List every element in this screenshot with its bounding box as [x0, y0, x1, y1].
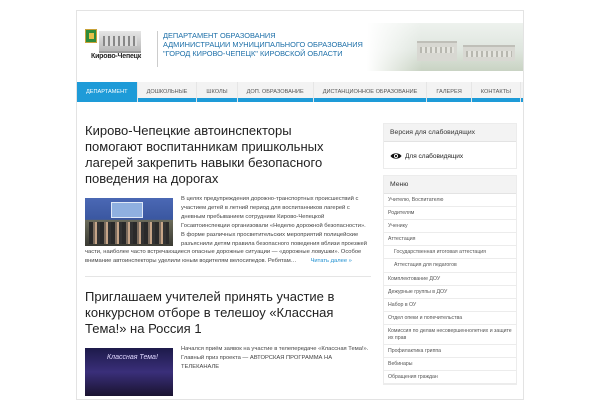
- thumbnail-people: [89, 222, 169, 244]
- main-content: Кирово-Чепецкие автоинспекторы помогают …: [85, 123, 371, 398]
- menu-item-flu-prevention[interactable]: Профилактика гриппа: [384, 345, 516, 359]
- menu-item-parents[interactable]: Родителям: [384, 207, 516, 221]
- post-body: В целях предупреждения дорожно-транспорт…: [85, 195, 371, 266]
- nav-item-additional-education[interactable]: Доп. образование: [238, 82, 314, 102]
- site-header: Кирово-Чепецк Департамент образования ад…: [77, 11, 523, 81]
- sidebar: Версия для слабовидящих Для слабовидящих…: [383, 123, 517, 386]
- menu-item-preschool-enrollment[interactable]: Комплектование ДОУ: [384, 273, 516, 286]
- site-title-line: администрации муниципального образования: [163, 40, 363, 49]
- main-nav: Департамент Дошкольные Школы Доп. образо…: [77, 82, 523, 102]
- menu-item-state-final-attestation[interactable]: Государственная итоговая аттестация: [384, 246, 516, 260]
- city-emblem-icon: [85, 29, 97, 43]
- menu-item-teachers[interactable]: Учителю, Воспитателю: [384, 194, 516, 208]
- menu-widget: Меню Учителю, Воспитателю Родителям Учен…: [383, 175, 517, 386]
- nav-item-department[interactable]: Департамент: [77, 82, 138, 102]
- banner-building: [417, 41, 457, 61]
- widget-title: Версия для слабовидящих: [384, 124, 516, 142]
- menu-item-minors-commission[interactable]: Комиссия по делам несовершеннолетних и з…: [384, 325, 516, 345]
- post-title[interactable]: Приглашаем учителей принять участие в ко…: [85, 289, 371, 337]
- menu-item-duty-groups[interactable]: Дежурные группы в ДОУ: [384, 286, 516, 299]
- site-logo[interactable]: Кирово-Чепецк: [85, 27, 145, 67]
- building-icon: [99, 31, 141, 53]
- nav-item-gallery[interactable]: Галерея: [427, 82, 472, 102]
- post-thumbnail[interactable]: Классная Тема!: [85, 348, 173, 397]
- post-body: Классная Тема! Начался приём заявок на у…: [85, 345, 371, 397]
- widget-title: Меню: [384, 176, 516, 194]
- nav-item-preschool[interactable]: Дошкольные: [138, 82, 198, 102]
- site-title-line: "Город Кирово-Чепецк" Кировской области: [163, 49, 343, 58]
- accessibility-link[interactable]: Для слабовидящих: [384, 142, 516, 168]
- thumbnail-text: Классная Тема!: [107, 354, 158, 362]
- site-title-line: Департамент образования: [163, 31, 276, 40]
- menu-list: Учителю, Воспитателю Родителям Ученику А…: [384, 194, 516, 385]
- thumbnail-screen: [111, 202, 143, 218]
- banner-building: [463, 45, 515, 61]
- menu-item-teacher-attestation[interactable]: Аттестация для педагогов: [384, 259, 516, 273]
- accessibility-widget: Версия для слабовидящих Для слабовидящих: [383, 123, 517, 169]
- menu-item-guardianship[interactable]: Отдел опеки и попечительства: [384, 312, 516, 325]
- post-divider: [85, 276, 371, 278]
- nav-item-distance-education[interactable]: Дистанционное образование: [314, 82, 428, 102]
- post-thumbnail[interactable]: [85, 198, 173, 246]
- logo-city-name: Кирово-Чепецк: [91, 53, 142, 60]
- menu-item-school-admission[interactable]: Набор в ОУ: [384, 299, 516, 312]
- menu-item-students[interactable]: Ученику: [384, 220, 516, 234]
- page: Кирово-Чепецк Департамент образования ад…: [76, 10, 524, 400]
- header-banner-image: [367, 23, 523, 71]
- nav-item-contacts[interactable]: Контакты: [472, 82, 521, 102]
- nav-item-schools[interactable]: Школы: [197, 82, 238, 102]
- post-title[interactable]: Кирово-Чепецкие автоинспекторы помогают …: [85, 123, 345, 187]
- menu-item-attestation[interactable]: Аттестация: [384, 233, 516, 247]
- site-title[interactable]: Департамент образования администрации му…: [157, 31, 363, 67]
- eye-icon: [390, 153, 402, 159]
- read-more-link[interactable]: Читать далее »: [311, 258, 352, 264]
- accessibility-link-label: Для слабовидящих: [405, 152, 464, 160]
- post: Приглашаем учителей принять участие в ко…: [85, 289, 371, 397]
- post: Кирово-Чепецкие автоинспекторы помогают …: [85, 123, 371, 266]
- menu-item-citizen-appeals[interactable]: Обращения граждан: [384, 371, 516, 385]
- menu-item-webinars[interactable]: Вебинары: [384, 358, 516, 372]
